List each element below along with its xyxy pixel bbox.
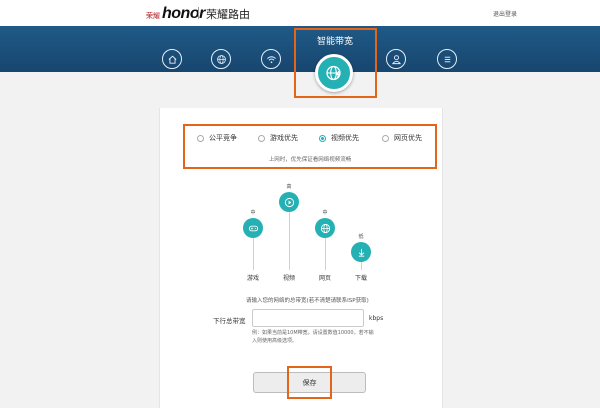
mode-label: 游戏优先 — [270, 134, 298, 142]
tab-smart-bandwidth[interactable] — [315, 54, 353, 92]
mode-label: 视频优先 — [331, 134, 359, 142]
mode-option-fair[interactable]: 公平竞争 — [197, 133, 237, 143]
priority-level-game: 中 — [250, 210, 256, 216]
honor-logo: 荣耀 honor — [146, 5, 205, 23]
priority-name-download: 下载 — [354, 275, 367, 282]
save-button[interactable]: 保存 — [253, 372, 366, 393]
priority-line-video — [289, 203, 290, 270]
tab-smart-bandwidth-label: 智能带宽 — [316, 37, 353, 47]
mode-option-video[interactable]: 视频优先 — [319, 133, 359, 143]
priority-name-game: 游戏 — [246, 275, 259, 282]
product-name: 荣耀路由 — [206, 8, 250, 21]
play-icon — [279, 192, 299, 212]
logout-link[interactable]: 退出登录 — [493, 9, 517, 18]
internet-globe-icon[interactable] — [211, 49, 231, 69]
radio-button[interactable] — [382, 134, 389, 142]
mode-label: 公平竞争 — [209, 134, 237, 142]
globe-icon — [315, 218, 335, 238]
bandwidth-input[interactable] — [252, 309, 364, 327]
radio-button[interactable] — [258, 134, 265, 142]
mode-option-web[interactable]: 网页优先 — [382, 133, 422, 143]
user-devices-icon[interactable] — [386, 49, 406, 69]
smart-bandwidth-icon — [326, 65, 341, 81]
home-icon[interactable] — [162, 49, 182, 69]
gamepad-icon — [243, 218, 263, 238]
priority-level-web: 中 — [322, 210, 328, 216]
priority-level-download: 低 — [358, 234, 364, 240]
bandwidth-note: 例：如果当前是10M带宽，请设置数值10000，若不输入则使用高级选项。 — [252, 330, 374, 344]
download-icon — [351, 242, 371, 262]
priority-level-video: 高 — [286, 184, 292, 190]
mode-label: 网页优先 — [394, 134, 422, 142]
brand-small-text: 荣耀 — [146, 12, 160, 20]
mode-hint: 上网时，优先保证看网络视频流畅 — [268, 157, 352, 163]
priority-name-web: 网页 — [318, 275, 331, 282]
main-panel — [159, 108, 443, 408]
bandwidth-tip: 请输入您的网络的总带宽(若不清楚请联系ISP获取) — [246, 298, 369, 304]
more-menu-icon[interactable] — [437, 49, 457, 69]
radio-button-selected[interactable] — [319, 134, 326, 142]
radio-button[interactable] — [197, 134, 204, 142]
brand-divider — [198, 7, 199, 19]
nav-band — [0, 26, 600, 72]
wifi-icon[interactable] — [261, 49, 281, 69]
bandwidth-label: 下行总带宽 — [213, 317, 246, 325]
top-bar: 荣耀 honor 荣耀路由 退出登录 — [0, 0, 600, 26]
bandwidth-unit: kbps — [369, 315, 384, 322]
mode-option-game[interactable]: 游戏优先 — [258, 133, 298, 143]
priority-name-video: 视频 — [282, 275, 295, 282]
